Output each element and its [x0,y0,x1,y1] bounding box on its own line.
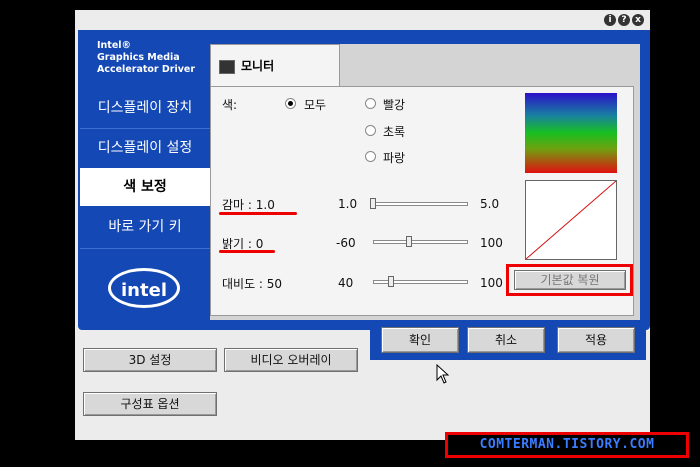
gamma-max: 5.0 [480,197,500,211]
mouse-pointer-icon [436,364,450,384]
sidebar-item-display-devices[interactable]: 디스플레이 장치 [80,88,210,128]
contrast-slider-thumb[interactable] [387,276,394,287]
sidebar-item-display-settings[interactable]: 디스플레이 설정 [80,129,210,167]
intel-logo: intel [108,268,180,308]
radio-all-label: 모두 [304,98,327,112]
video-overlay-button[interactable]: 비디오 오버레이 [224,348,358,372]
contrast-min: 40 [338,276,354,290]
apply-button[interactable]: 적용 [557,327,635,353]
color-gradient-preview [525,93,617,173]
cancel-button[interactable]: 취소 [467,327,545,353]
color-label: 색: [222,98,238,112]
brightness-min: -60 [336,236,356,250]
restore-defaults-button[interactable]: 기본값 복원 [514,270,626,290]
gamma-min: 1.0 [338,197,358,211]
contrast-label: 대비도 : 50 [222,277,283,291]
watermark: COMTERMAN.TISTORY.COM [445,432,689,458]
divider [80,248,210,249]
brightness-max: 100 [480,236,503,250]
brand-title: Intel® Graphics Media Accelerator Driver [97,40,196,75]
brightness-slider-thumb[interactable] [406,236,413,247]
tab-label: 모니터 [241,59,275,73]
schemes-options-button[interactable]: 구성표 옵션 [83,392,217,416]
brightness-slider-track[interactable] [373,240,468,244]
help-icon[interactable]: ? [618,14,630,26]
close-icon[interactable]: x [632,14,644,26]
info-icon[interactable]: i [604,14,616,26]
tab-monitor[interactable]: 모니터 [210,44,340,86]
highlight-underline [219,212,297,215]
radio-red[interactable] [365,98,376,109]
sidebar-item-color-correction[interactable]: 색 보정 [80,168,210,206]
radio-green-label: 초록 [383,125,406,139]
title-buttons: i ? x [604,14,644,26]
contrast-max: 100 [480,276,503,290]
gamma-slider-thumb[interactable] [370,198,376,209]
radio-red-label: 빨강 [383,98,406,112]
highlight-underline [219,250,275,253]
radio-blue-label: 파랑 [383,151,406,165]
ok-button[interactable]: 확인 [381,327,459,353]
gamma-label: 감마 : 1.0 [222,198,275,212]
gamma-curve-line [525,180,617,260]
radio-all[interactable] [285,98,296,109]
radio-green[interactable] [365,125,376,136]
monitor-icon [219,59,235,74]
sidebar-item-hot-keys[interactable]: 바로 가기 키 [80,208,210,246]
gamma-curve-preview [525,180,617,260]
gamma-slider-track[interactable] [370,202,468,206]
radio-blue[interactable] [365,151,376,162]
3d-settings-button[interactable]: 3D 설정 [83,348,217,372]
